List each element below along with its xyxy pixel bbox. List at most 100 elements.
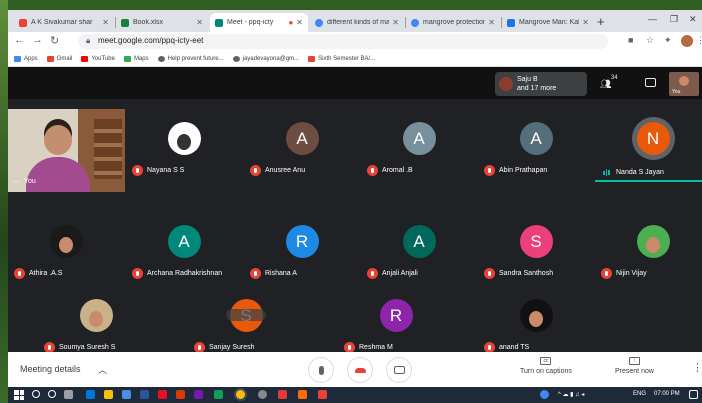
meet-icon: [215, 18, 223, 27]
bookmark-help[interactable]: Help prevent future...: [157, 55, 224, 62]
task-view-icon[interactable]: [64, 390, 73, 399]
participant-tile[interactable]: R Reshma M: [338, 276, 453, 359]
bookmark-maps[interactable]: Maps: [123, 55, 149, 62]
close-icon[interactable]: ✕: [392, 18, 399, 27]
participant-tile[interactable]: SSanjay Suresh: [188, 276, 303, 359]
participant-tile[interactable]: A Archana Radhakrishnan: [126, 202, 241, 285]
self-thumbnail[interactable]: You: [669, 72, 699, 96]
meeting-details-button[interactable]: Meeting details: [20, 364, 81, 374]
maximize-button[interactable]: ❐: [670, 14, 678, 25]
chevron-up-icon[interactable]: ︿: [98, 363, 107, 376]
clock[interactable]: 07:00 PM: [654, 391, 680, 397]
forward-button[interactable]: →: [32, 34, 43, 46]
bookmark-semester[interactable]: Sixth Semester BA/...: [308, 55, 375, 62]
participant-tile[interactable]: S Sandra Santhosh: [478, 202, 593, 285]
participant-tile[interactable]: A Aromal .B: [361, 99, 476, 182]
people-count: 34: [611, 75, 618, 81]
language-indicator[interactable]: ENG: [633, 391, 646, 397]
active-speaker-underline: [595, 180, 702, 182]
tile-hover-controls[interactable]: [226, 309, 266, 321]
presenter-chip[interactable]: Saju B and 17 more: [495, 72, 587, 96]
globe-icon: [232, 55, 240, 62]
bookmark-youtube[interactable]: YouTube: [81, 55, 115, 62]
tab-meet[interactable]: Meet - ppq-icty ● ✕: [210, 13, 308, 32]
participant-tile[interactable]: N Nanda S Jayan: [595, 99, 702, 182]
presenter-avatar: [499, 77, 513, 91]
bookmark-apps[interactable]: Apps: [14, 55, 38, 62]
windows-taskbar: ^ ☁ ▮ ♫ ◂ ENG 07:00 PM: [8, 387, 702, 403]
menu-icon[interactable]: ⋮: [696, 35, 702, 46]
weather-icon[interactable]: [540, 390, 549, 399]
windows-start-icon[interactable]: [14, 390, 24, 400]
participant-tile[interactable]: A Anjali Anjali: [361, 202, 476, 285]
people-icon[interactable]: 👥︎: [600, 79, 611, 90]
captions-button[interactable]: cc Turn on captions: [520, 357, 572, 375]
tab-sheets[interactable]: Book.xlsx ✕: [116, 13, 208, 32]
participant-name: Nayana S S: [147, 167, 185, 174]
leave-call-button[interactable]: [347, 357, 373, 383]
close-icon[interactable]: ✕: [196, 18, 203, 27]
close-icon[interactable]: ✕: [488, 18, 495, 27]
present-now-button[interactable]: ↑ Present now: [615, 357, 654, 375]
participant-tile[interactable]: anand TS: [478, 276, 593, 359]
app-icon[interactable]: [194, 390, 203, 399]
minimize-button[interactable]: —: [648, 14, 657, 24]
edge-icon[interactable]: [86, 390, 95, 399]
participant-tile[interactable]: A Abin Prathapan: [478, 99, 593, 182]
camera-permission-icon[interactable]: ■: [628, 35, 633, 45]
window-close-button[interactable]: ✕: [689, 14, 697, 25]
close-icon[interactable]: ✕: [582, 18, 589, 27]
participant-tile[interactable]: Nijin Vijay: [595, 202, 702, 285]
excel-icon[interactable]: [214, 390, 223, 399]
tab-mangrove[interactable]: Mangrove Man: Kaliya ✕: [502, 13, 594, 32]
chat-icon[interactable]: [645, 78, 656, 87]
star-icon[interactable]: ☆: [646, 35, 654, 46]
more-options-icon[interactable]: ⋮: [692, 361, 702, 374]
meet-bottom-bar: Meeting details ︿ cc Turn on captions ↑ …: [8, 352, 702, 387]
photo-subject: [59, 236, 73, 253]
reload-button[interactable]: ↻: [50, 34, 59, 47]
file-explorer-icon[interactable]: [104, 390, 113, 399]
search-icon[interactable]: [32, 390, 40, 398]
participant-tile[interactable]: Athira .A.S: [8, 202, 123, 285]
photo-subject: [529, 310, 543, 327]
mail-icon[interactable]: [122, 390, 131, 399]
participant-tile[interactable]: A Anusree Anu: [244, 99, 359, 182]
participant-tile[interactable]: R Rishana A: [244, 202, 359, 285]
app-icon[interactable]: [318, 390, 327, 399]
media-icon[interactable]: [158, 390, 167, 399]
tab-strip: A K Sivakumar shar ✕ Book.xlsx ✕ Meet - …: [8, 10, 702, 32]
mic-muted-icon: [484, 165, 495, 176]
lock-icon: 🔒︎: [86, 36, 91, 45]
url-field[interactable]: 🔒︎ meet.google.com/ppq-icty-eet: [78, 34, 608, 49]
cortana-icon[interactable]: [48, 390, 56, 398]
tab-gmail[interactable]: A K Sivakumar shar ✕: [14, 13, 114, 32]
word-icon[interactable]: [140, 390, 149, 399]
notifications-icon[interactable]: [689, 390, 698, 399]
profile-avatar[interactable]: [681, 35, 693, 47]
bookmark-gmail[interactable]: Gmail: [46, 55, 72, 62]
back-button[interactable]: ←: [14, 34, 25, 46]
mic-button[interactable]: [308, 357, 334, 383]
participant-tile[interactable]: Nayana S S: [126, 99, 241, 182]
self-nameplate: ⋯ You: [12, 177, 36, 186]
acrobat-icon[interactable]: [278, 390, 287, 399]
chrome-icon[interactable]: [236, 390, 245, 399]
participant-tile[interactable]: Soumya Suresh S: [38, 276, 153, 359]
close-icon[interactable]: ✕: [296, 18, 303, 27]
bookmark-email[interactable]: jayadevayona@gm...: [232, 55, 299, 62]
self-video-tile[interactable]: ⋯ You: [8, 109, 125, 192]
participant-photo: [636, 225, 670, 258]
app-icon[interactable]: [298, 390, 307, 399]
tray-icons[interactable]: ^ ☁ ▮ ♫ ◂: [558, 391, 584, 398]
new-tab-button[interactable]: +: [597, 14, 605, 29]
app-icon[interactable]: [258, 390, 267, 399]
extensions-icon[interactable]: ✦: [664, 35, 672, 46]
camera-button[interactable]: [386, 357, 412, 383]
recording-dot-icon: ●: [288, 18, 294, 27]
tab-search-1[interactable]: different kinds of ma ✕: [310, 13, 404, 32]
close-icon[interactable]: ✕: [102, 18, 109, 27]
tab-search-2[interactable]: mangrove protection ✕: [406, 13, 500, 32]
powerpoint-icon[interactable]: [176, 390, 185, 399]
participant-photo: [49, 225, 83, 258]
